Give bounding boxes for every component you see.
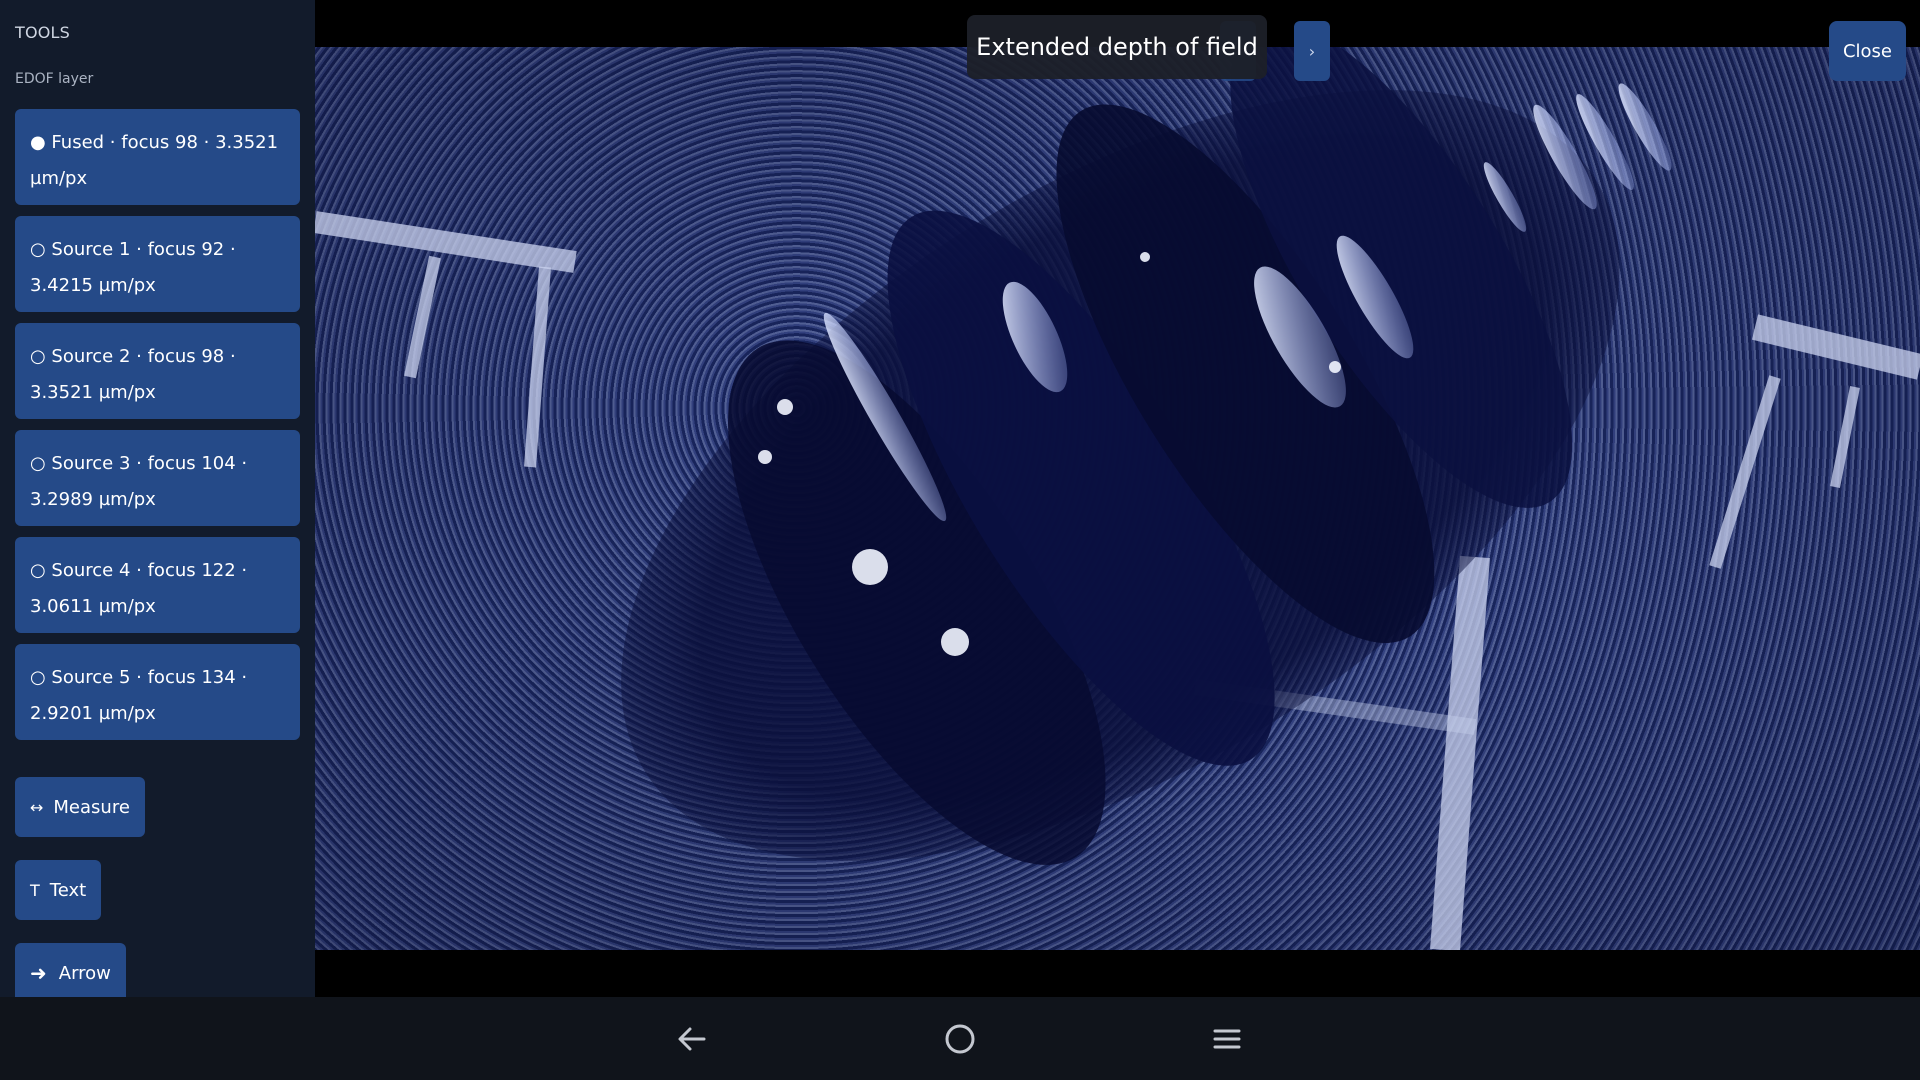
measure-icon: ↔ xyxy=(30,797,44,817)
measure-label: Measure xyxy=(53,796,130,818)
back-icon xyxy=(678,1027,706,1051)
tools-heading: TOOLS xyxy=(15,23,71,42)
arrow-button[interactable]: ➜ Arrow xyxy=(15,943,126,997)
tools-sidebar: TOOLS EDOF layer ● Fused · focus 98 · 3.… xyxy=(0,0,315,997)
layer-item-source-3[interactable]: ○ Source 3 · focus 104 · 3.2989 µm/px xyxy=(15,430,300,526)
menu-button[interactable] xyxy=(1203,1015,1251,1063)
microscope-image-art xyxy=(315,47,1920,950)
text-label: Text xyxy=(49,879,87,901)
layer-list: ● Fused · focus 98 · 3.3521 µm/px ○ Sour… xyxy=(15,109,300,751)
text-button[interactable]: T Text xyxy=(15,860,102,920)
edof-layer-heading: EDOF layer xyxy=(15,71,94,87)
view-title: Extended depth of field xyxy=(967,15,1267,79)
layer-item-source-5[interactable]: ○ Source 5 · focus 134 · 2.9201 µm/px xyxy=(15,644,300,740)
home-button[interactable] xyxy=(936,1015,984,1063)
layer-item-source-2[interactable]: ○ Source 2 · focus 98 · 3.3521 µm/px xyxy=(15,323,300,419)
menu-icon xyxy=(1213,1029,1241,1049)
system-navbar xyxy=(0,997,1920,1080)
arrow-icon: ➜ xyxy=(30,961,47,985)
measure-button[interactable]: ↔ Measure xyxy=(15,777,145,837)
image-viewer: ‹ Extended depth of field › Close xyxy=(315,0,1920,997)
layer-item-source-4[interactable]: ○ Source 4 · focus 122 · 3.0611 µm/px xyxy=(15,537,300,633)
home-icon xyxy=(945,1024,975,1054)
layer-item-fused[interactable]: ● Fused · focus 98 · 3.3521 µm/px xyxy=(15,109,300,205)
layer-item-source-1[interactable]: ○ Source 1 · focus 92 · 3.4215 µm/px xyxy=(15,216,300,312)
next-button[interactable]: › xyxy=(1294,21,1330,81)
text-icon: T xyxy=(30,880,40,900)
close-button[interactable]: Close xyxy=(1829,21,1906,81)
microscope-image[interactable] xyxy=(315,47,1920,950)
arrow-label: Arrow xyxy=(58,962,111,984)
back-button[interactable] xyxy=(668,1015,716,1063)
